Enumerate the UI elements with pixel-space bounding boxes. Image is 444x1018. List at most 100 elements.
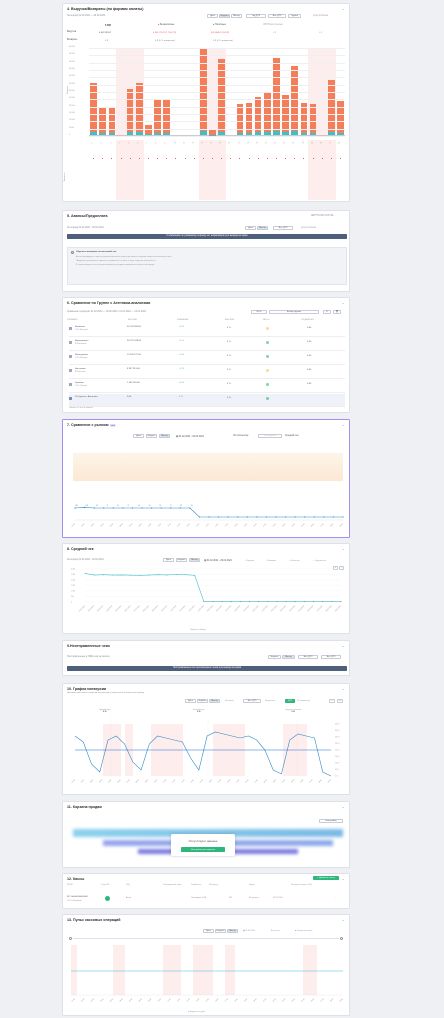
x-tick-label: 13.02: [186, 998, 190, 1002]
x-tick-label: 08.02.2024: [143, 605, 150, 612]
y-tick-label: 0: [69, 135, 70, 136]
x-tick-label: 18.02: [234, 523, 238, 527]
collapse-icon[interactable]: ⌄: [342, 804, 345, 809]
x-tick-label: 15.02: [205, 998, 209, 1002]
x-tick-label: 09.02: [145, 779, 149, 783]
market-point: [342, 516, 344, 518]
day-button[interactable]: День: [207, 14, 218, 18]
cumulative-toggle[interactable]: Кумулятивная: [313, 15, 328, 17]
legend-sbp: СБП/Электронные: [263, 24, 283, 26]
change-value: +4 %: [179, 326, 185, 328]
collapse-icon[interactable]: ⌄: [342, 6, 345, 11]
table-row[interactable]: Шпатцеровы ООО «Шпатцер» 15 206 577,00 +3 %…: [69, 352, 345, 365]
x-tick-label: 19.02: [244, 523, 248, 527]
table-row[interactable]: Гринкам ООО «Гринкам» 1 035 924,00 +5 % 4 % 0…: [69, 380, 345, 393]
avg-check-value: 0,00: [307, 355, 312, 357]
change-value: +5 %: [179, 382, 185, 384]
info-note: Обратите внимание на кассовый чек Авансы…: [67, 247, 347, 285]
period-select[interactable]: ИП ▾: [251, 310, 267, 314]
y-tick-label: 250 %: [335, 743, 340, 745]
month-button[interactable]: Месяц: [231, 14, 242, 18]
x-tick-label: 11.02: [167, 998, 171, 1002]
market-point: [265, 516, 268, 518]
x-tick-label: 22.02.2024: [271, 605, 278, 612]
cashbox-status: Актив: [126, 897, 132, 899]
cashbox-reg: 356: [229, 897, 233, 899]
setup-data-button[interactable]: Настройте учет данных: [181, 847, 225, 852]
table-row[interactable]: Волжские ООО «Волжские» 55 704 285,00 +4 % 4…: [69, 324, 345, 337]
y-tick-label: 1 500: [71, 585, 75, 587]
dtl-select[interactable]: Все ДТЛ: [268, 14, 286, 18]
weekend-highlight: [225, 945, 235, 995]
market-point: [332, 516, 335, 518]
change-value: +2 %: [179, 368, 185, 370]
week-button[interactable]: Неделя: [219, 14, 230, 18]
day-button[interactable]: День: [245, 226, 256, 230]
x-tick-label: 28.02: [330, 998, 334, 1002]
weekend-highlight: [71, 945, 77, 995]
month-button[interactable]: Месяц: [282, 655, 295, 659]
bar-cash: [108, 132, 116, 135]
collapse-icon[interactable]: ⌄: [342, 876, 345, 881]
company-name: Волжские: [75, 326, 85, 328]
refresh-button[interactable]: ⟳: [323, 310, 331, 314]
x-tick-label: 26.02: [311, 998, 315, 1002]
refund-marker: [303, 158, 305, 159]
avg-check-point: [258, 600, 260, 602]
revenue-total-value: 4 612 281 ₽: [99, 32, 111, 34]
avg-check-point: [331, 600, 333, 602]
comparison-title: 6. Сравнение по Группе с Агентами-аналог…: [67, 301, 151, 305]
group-select[interactable]: Группа: [288, 14, 301, 18]
avg-check-line-chart: 3 0002 5002 0001 5001 000500001.02.2024 0…: [71, 569, 342, 613]
dtl-select[interactable]: Все ДТЛ: [298, 655, 318, 659]
x-tick-label: 08.02: [138, 998, 142, 1002]
cumulative-toggle[interactable]: Кумулятивная: [301, 227, 316, 229]
table-row[interactable]: Из Группы с Агентами 0,00 0 % 0 %: [69, 394, 345, 407]
market-point: [208, 516, 210, 518]
month-button[interactable]: Месяц: [257, 226, 268, 230]
bar-cash: [300, 132, 308, 135]
show-table-link[interactable]: Показать таблицу: [190, 629, 206, 631]
add-cashbox-button[interactable]: + Добавить кассу: [313, 876, 339, 880]
cashbox-row[interactable]: ККТ №0000000000000 ООО «Ромашка» Актив П…: [63, 893, 349, 907]
company-sub: ООО «Гринкам»: [75, 386, 88, 387]
market-point: [179, 507, 181, 509]
dtl-select-2[interactable]: Все ДТЛ: [321, 655, 341, 659]
other-value: 0 ₽: [319, 32, 323, 34]
settings-button[interactable]: Настройки: [319, 819, 343, 823]
group-filter[interactable]: Выбор группы: [269, 310, 319, 314]
x-tick-label: 04.02: [99, 779, 103, 783]
x-tick-label: 04.02: [100, 523, 104, 527]
x-tick-label: 01.02: [71, 523, 75, 527]
market-point: [189, 507, 191, 509]
bar-cash: [218, 131, 225, 135]
row-more-icon[interactable]: ⌄: [335, 897, 337, 899]
delete-button[interactable]: 🗑: [333, 310, 341, 314]
x-tick-label: 26.02: [311, 523, 315, 527]
week-button[interactable]: Неделя: [268, 655, 281, 659]
bar-cash: [163, 132, 170, 135]
dtl-select[interactable]: Все ДТЛ: [273, 226, 293, 230]
sbp-value: 0 ₽: [273, 32, 277, 34]
collapse-icon[interactable]: ⌄: [342, 300, 345, 305]
company-icon: [69, 341, 72, 344]
year-select[interactable]: Год ДТЛ: [246, 14, 266, 18]
x-tick-label: 21.02: [263, 998, 267, 1002]
cash-refund-value: 0 ₽ (0 % возвратов): [213, 40, 233, 42]
no-data-text: Отсутствуют данные: [188, 839, 218, 843]
no-data-bar: К сожалению по указанному периоду нет ин…: [67, 234, 347, 239]
table-row[interactable]: Ворошиловы ИП Ворошилов 56 797 078,00 +1 % 4…: [69, 338, 345, 351]
x-tick-label: 24.02: [292, 998, 296, 1002]
extended-view-toggle[interactable]: Расширенный вид: [311, 214, 333, 217]
x-tick-label: 10.02.2024: [161, 605, 168, 612]
avg-check-point: [276, 600, 278, 602]
refund-marker: [285, 158, 287, 159]
table-row[interactable]: Чистякова ИП Чистякова 8 937 813,00 +2 % 4 %…: [69, 366, 345, 379]
avg-check-point: [221, 600, 223, 602]
point-label: 184: [75, 505, 78, 507]
change-value: +1 %: [179, 340, 185, 342]
x-tick-label: 16.02.2024: [216, 605, 223, 612]
collapse-icon[interactable]: ⌄: [342, 643, 345, 648]
market-point: [256, 516, 258, 518]
x-tick-label: 01.02: [71, 998, 75, 1002]
